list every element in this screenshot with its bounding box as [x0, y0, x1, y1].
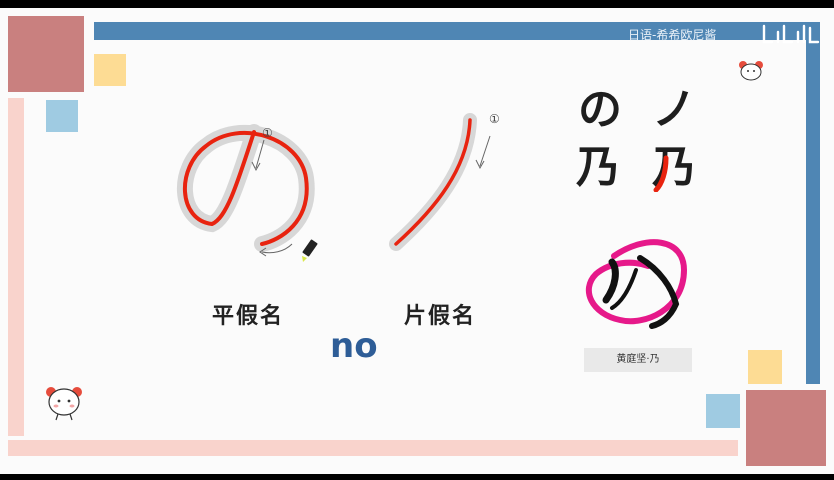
katakana-no-stroke	[389, 113, 477, 251]
mascot-icon	[46, 387, 82, 421]
katakana-label: 片假名	[404, 304, 477, 329]
kanji-highlight-stroke	[653, 155, 669, 192]
stroke-drawing	[177, 113, 688, 329]
hiragana-no-stroke	[177, 124, 315, 252]
calligraphy-caption: 黄庭坚·乃	[584, 348, 692, 372]
romaji-label: no	[330, 326, 378, 366]
mascot-icon	[739, 61, 763, 81]
hiragana-char: の	[578, 84, 622, 135]
pink-calligraphy-no	[585, 239, 688, 329]
highlighter-cursor-icon	[302, 239, 318, 262]
katakana-char: ノ	[652, 84, 696, 135]
origin-kanji: 乃	[576, 142, 620, 193]
hiragana-label: 平假名	[212, 304, 285, 329]
stroke-order-number-hiragana: ①	[262, 126, 273, 140]
stroke-order-number-katakana: ①	[489, 112, 500, 126]
video-frame: 日语-希希欧尼酱 ① ① 平假名 片假名 no の ノ 乃 乃 黄庭坚·乃	[0, 8, 834, 474]
